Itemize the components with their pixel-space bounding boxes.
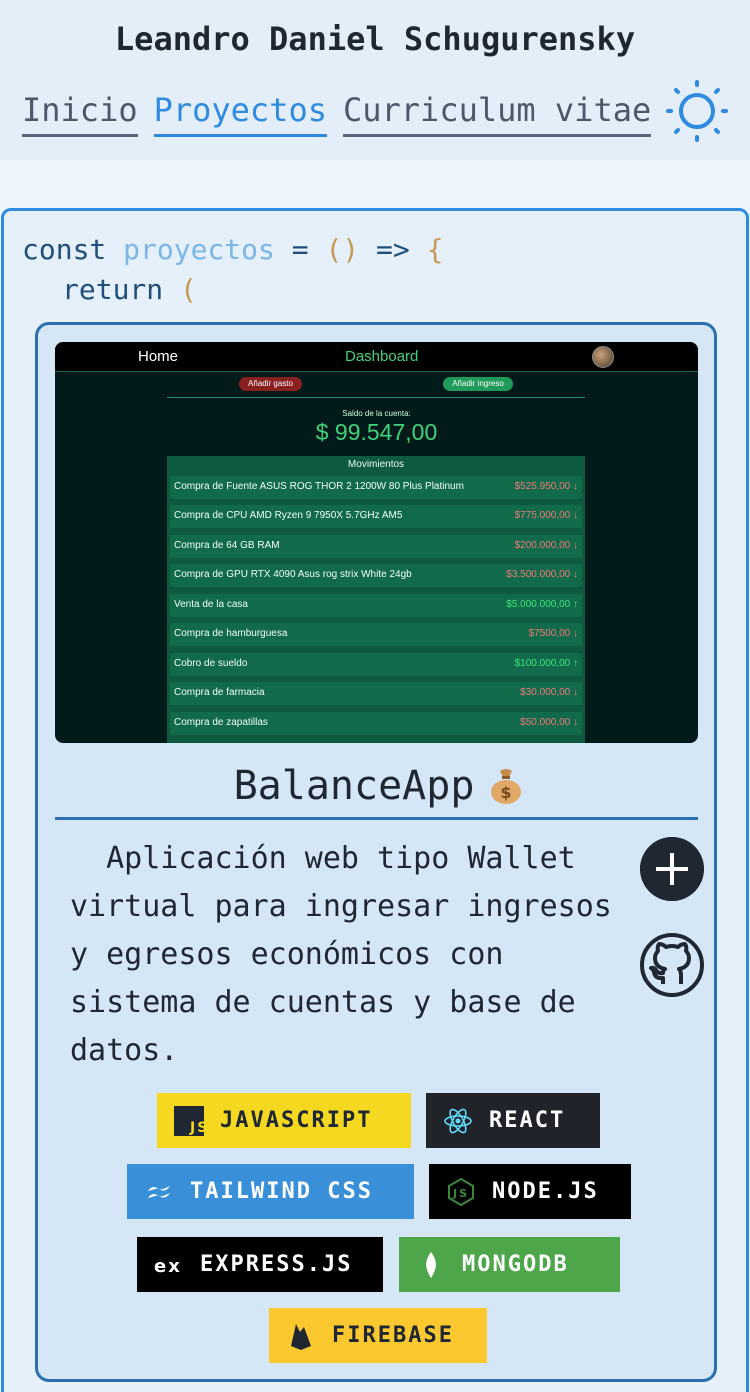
tag-label: REACT bbox=[489, 1108, 566, 1133]
sun-icon[interactable] bbox=[666, 80, 728, 142]
list-item: Compra de GPU RTX 4090 Asus rog strix Wh… bbox=[170, 564, 582, 587]
row-desc: Cobro de sueldo bbox=[174, 658, 248, 669]
svg-text:JS: JS bbox=[189, 1120, 204, 1136]
row-amount: $775.000,00 ↓ bbox=[514, 510, 578, 521]
code-arrow: => bbox=[376, 233, 410, 266]
list-item: Cobro de sueldo $100.000,00 ↑ bbox=[170, 653, 582, 676]
list-item: Compra de CPU AMD Ryzen 9 7950X 5.7GHz A… bbox=[170, 505, 582, 528]
row-desc: Compra de CPU AMD Ryzen 9 7950X 5.7GHz A… bbox=[174, 510, 403, 521]
tag-label: JAVASCRIPT bbox=[220, 1108, 373, 1133]
row-amount: $50.000,00 ↓ bbox=[520, 717, 578, 728]
tag-mongodb: MONGODB bbox=[399, 1237, 620, 1292]
screenshot-nav-dashboard: Dashboard bbox=[345, 348, 419, 365]
list-item: Compra de hamburguesa $7500,00 ↓ bbox=[170, 623, 582, 646]
code-keyword-const: const bbox=[22, 233, 107, 266]
row-desc: Compra de Fuente ASUS ROG THOR 2 1200W 8… bbox=[174, 481, 464, 492]
list-item: Compra de farmacia $30.000,00 ↓ bbox=[170, 682, 582, 705]
row-amount: $5.000.000,00 ↑ bbox=[506, 599, 578, 610]
site-title: Leandro Daniel Schugurensky bbox=[114, 20, 636, 58]
row-amount: $30.000,00 ↓ bbox=[520, 687, 578, 698]
list-item: Compra de 64 GB RAM $200.000,00 ↓ bbox=[170, 535, 582, 558]
tag-label: EXPRESS.JS bbox=[200, 1252, 353, 1277]
money-bag-icon: $ bbox=[491, 769, 522, 804]
project-title-text: BalanceApp bbox=[233, 763, 475, 809]
screenshot-movements: Movimientos Compra de Fuente ASUS ROG TH… bbox=[167, 456, 585, 743]
row-desc: Venta de la casa bbox=[174, 599, 248, 610]
nav-inicio[interactable]: Inicio bbox=[22, 90, 138, 137]
tag-nodejs: JS NODE.JS bbox=[429, 1164, 631, 1219]
code-equals: = bbox=[291, 233, 309, 266]
row-desc: Compra de GPU RTX 4090 Asus rog strix Wh… bbox=[174, 569, 412, 580]
express-icon: ex bbox=[154, 1256, 182, 1277]
list-item: Venta de la casa $5.000.000,00 ↑ bbox=[170, 594, 582, 617]
row-amount: $100.000,00 ↑ bbox=[514, 658, 578, 669]
svg-text:JS: JS bbox=[452, 1187, 469, 1200]
firebase-icon bbox=[291, 1323, 311, 1350]
code-brace: { bbox=[426, 233, 444, 266]
tag-label: NODE.JS bbox=[492, 1179, 599, 1204]
row-desc: Compra de farmacia bbox=[174, 687, 265, 698]
project-description: Aplicación web tipo Wallet virtual para … bbox=[70, 841, 630, 1068]
tag-firebase: FIREBASE bbox=[269, 1308, 487, 1363]
nodejs-icon: JS bbox=[448, 1177, 474, 1206]
avatar bbox=[592, 346, 614, 368]
row-amount: $3.500.000,00 ↓ bbox=[506, 569, 578, 580]
tag-javascript: JS JAVASCRIPT bbox=[157, 1093, 411, 1148]
mongodb-icon bbox=[426, 1251, 436, 1278]
plus-icon[interactable] bbox=[640, 837, 704, 901]
site-header: Leandro Daniel Schugurensky Inicio Proye… bbox=[0, 0, 750, 160]
project-screenshot[interactable]: Home Dashboard Añadir gasto Añadir ingre… bbox=[55, 342, 698, 743]
github-icon[interactable] bbox=[639, 932, 705, 998]
main-nav: Inicio Proyectos Curriculum vitae bbox=[22, 90, 667, 137]
project-card: Home Dashboard Añadir gasto Añadir ingre… bbox=[35, 322, 717, 1382]
code-line-return: return ( bbox=[62, 273, 197, 306]
svg-text:ex: ex bbox=[154, 1256, 182, 1277]
svg-text:$: $ bbox=[501, 783, 512, 802]
tag-label: FIREBASE bbox=[332, 1323, 454, 1348]
screenshot-divider bbox=[167, 397, 585, 398]
nav-proyectos[interactable]: Proyectos bbox=[153, 90, 327, 137]
screenshot-movements-title: Movimientos bbox=[347, 459, 405, 470]
row-desc: Compra de 64 GB RAM bbox=[174, 540, 280, 551]
list-item: Compra de zapatillas $50.000,00 ↓ bbox=[170, 712, 582, 735]
screenshot-add-income-button: Añadir ingreso bbox=[443, 377, 513, 391]
row-desc: Compra de zapatillas bbox=[174, 717, 268, 728]
tag-express: ex EXPRESS.JS bbox=[137, 1237, 383, 1292]
code-paren: ( bbox=[180, 273, 197, 306]
javascript-icon: JS bbox=[174, 1105, 204, 1136]
tag-react: REACT bbox=[426, 1093, 600, 1148]
row-amount: $7500,00 ↓ bbox=[528, 628, 579, 639]
project-title: BalanceApp $ bbox=[38, 763, 720, 809]
screenshot-balance-amount: $ 99.547,00 bbox=[315, 419, 438, 445]
code-parens: () bbox=[325, 233, 360, 266]
list-item: Compra de Fuente ASUS ROG THOR 2 1200W 8… bbox=[170, 476, 582, 499]
code-keyword-return: return bbox=[62, 273, 164, 306]
screenshot-balance-label: Saldo de la cuenta: bbox=[342, 409, 411, 418]
tag-label: MONGODB bbox=[462, 1252, 569, 1277]
tailwind-icon bbox=[148, 1185, 170, 1198]
tag-tailwind: TAILWIND CSS bbox=[127, 1164, 414, 1219]
react-icon bbox=[444, 1108, 472, 1133]
code-line-const: const proyectos = () => { bbox=[22, 233, 443, 266]
screenshot-navbar: Home Dashboard bbox=[55, 342, 698, 372]
tag-label: TAILWIND CSS bbox=[190, 1179, 373, 1204]
row-amount: $525.950,00 ↓ bbox=[514, 481, 578, 492]
row-desc: Compra de hamburguesa bbox=[174, 628, 288, 639]
screenshot-nav-home: Home bbox=[138, 348, 179, 365]
code-variable: proyectos bbox=[123, 233, 275, 266]
screenshot-add-expense-button: Añadir gasto bbox=[239, 377, 302, 391]
nav-curriculum-vitae[interactable]: Curriculum vitae bbox=[342, 90, 652, 137]
row-amount: $200.000,00 ↓ bbox=[514, 540, 578, 551]
title-divider bbox=[55, 817, 698, 820]
